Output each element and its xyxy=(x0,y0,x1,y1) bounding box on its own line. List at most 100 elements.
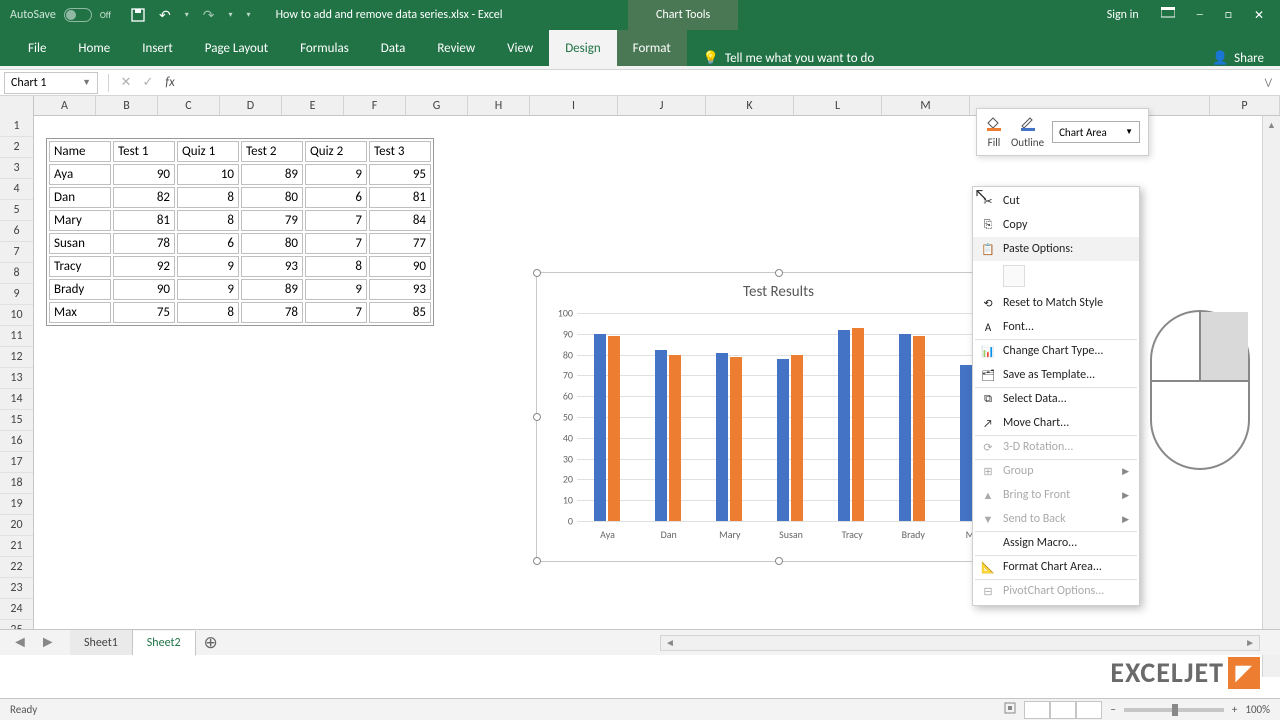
row-header[interactable]: 11 xyxy=(0,326,33,347)
menu-save-template[interactable]: 🗂Save as Template... xyxy=(973,363,1139,387)
tab-design[interactable]: Design xyxy=(549,30,616,66)
col-header[interactable]: P xyxy=(1210,96,1280,115)
ribbon-display-icon[interactable] xyxy=(1161,7,1175,23)
row-header[interactable]: 17 xyxy=(0,452,33,473)
add-sheet-button[interactable]: ⊕ xyxy=(196,632,226,653)
minimize-icon[interactable]: ─ xyxy=(1197,8,1203,23)
row-header[interactable]: 14 xyxy=(0,389,33,410)
vertical-scrollbar[interactable]: ▲ xyxy=(1262,116,1280,677)
tab-file[interactable]: File xyxy=(12,30,62,66)
tab-insert[interactable]: Insert xyxy=(126,30,189,66)
row-header[interactable]: 19 xyxy=(0,494,33,515)
row-header[interactable]: 2 xyxy=(0,137,33,158)
row-header[interactable]: 23 xyxy=(0,578,33,599)
row-header[interactable]: 24 xyxy=(0,599,33,620)
tab-view[interactable]: View xyxy=(491,30,549,66)
row-header[interactable]: 12 xyxy=(0,347,33,368)
sheet-tab-sheet2[interactable]: Sheet2 xyxy=(133,631,196,656)
col-header[interactable]: A xyxy=(34,96,96,115)
col-header[interactable]: C xyxy=(158,96,220,115)
view-normal-icon[interactable] xyxy=(1024,701,1050,719)
signin-link[interactable]: Sign in xyxy=(1107,8,1139,22)
tell-me-search[interactable]: 💡 Tell me what you want to do xyxy=(687,51,891,66)
horizontal-scrollbar[interactable]: ◄ ► xyxy=(660,635,1260,651)
redo-icon[interactable]: ↷ xyxy=(203,7,215,24)
enter-formula-icon[interactable]: ✓ xyxy=(137,75,159,90)
paste-option-button[interactable] xyxy=(1003,265,1025,287)
col-header[interactable]: L xyxy=(794,96,882,115)
row-header[interactable]: 5 xyxy=(0,200,33,221)
zoom-slider[interactable] xyxy=(1124,708,1224,712)
sheet-scroll-right-icon[interactable]: ► xyxy=(40,633,56,652)
row-header[interactable]: 3 xyxy=(0,158,33,179)
share-button[interactable]: 👤 Share xyxy=(1196,51,1280,66)
tab-format[interactable]: Format xyxy=(617,30,687,66)
col-header[interactable]: E xyxy=(282,96,344,115)
menu-assign-macro[interactable]: Assign Macro... xyxy=(973,531,1139,555)
name-box[interactable]: Chart 1 ▼ xyxy=(4,72,98,94)
data-table[interactable]: NameTest 1Quiz 1Test 2Quiz 2Test 3 Aya90… xyxy=(46,138,434,326)
tab-formulas[interactable]: Formulas xyxy=(284,30,365,66)
menu-format-chart-area[interactable]: 📐Format Chart Area... xyxy=(973,555,1139,579)
col-header[interactable]: J xyxy=(618,96,706,115)
outline-button[interactable]: Outline xyxy=(1011,115,1044,149)
autosave-toggle[interactable] xyxy=(64,8,92,22)
row-header[interactable]: 22 xyxy=(0,557,33,578)
view-page-layout-icon[interactable] xyxy=(1050,701,1076,719)
col-header[interactable]: M xyxy=(882,96,970,115)
chevron-down-icon[interactable]: ▼ xyxy=(82,77,91,88)
sheet-scroll-left-icon[interactable]: ◄ xyxy=(12,633,28,652)
row-header[interactable]: 8 xyxy=(0,263,33,284)
col-header[interactable]: I xyxy=(530,96,618,115)
row-header[interactable]: 20 xyxy=(0,515,33,536)
row-header[interactable]: 1 xyxy=(0,116,33,137)
col-header[interactable]: D xyxy=(220,96,282,115)
chart-object[interactable]: Test Results 0102030405060708090100 AyaD… xyxy=(536,272,1021,562)
row-header[interactable]: 7 xyxy=(0,242,33,263)
row-header[interactable]: 16 xyxy=(0,431,33,452)
macro-record-icon[interactable] xyxy=(1004,702,1016,717)
chart-element-dropdown[interactable]: Chart Area ▼ xyxy=(1052,121,1140,143)
fx-icon[interactable]: fx xyxy=(159,75,181,90)
row-header[interactable]: 9 xyxy=(0,284,33,305)
menu-cut[interactable]: ✂Cut xyxy=(973,189,1139,213)
row-header[interactable]: 6 xyxy=(0,221,33,242)
tab-data[interactable]: Data xyxy=(365,30,422,66)
chart-title[interactable]: Test Results xyxy=(537,273,1020,301)
select-all-corner[interactable] xyxy=(0,96,34,116)
menu-move-chart[interactable]: ↗Move Chart... xyxy=(973,411,1139,435)
maximize-icon[interactable]: □ xyxy=(1225,8,1232,23)
fill-button[interactable]: Fill xyxy=(985,115,1003,149)
row-header[interactable]: 4 xyxy=(0,179,33,200)
sheet-tab-sheet1[interactable]: Sheet1 xyxy=(70,630,133,655)
zoom-in-icon[interactable]: + xyxy=(1232,703,1237,716)
close-icon[interactable]: ✕ xyxy=(1254,8,1264,23)
col-header[interactable]: G xyxy=(406,96,468,115)
menu-change-chart-type[interactable]: 📊Change Chart Type... xyxy=(973,339,1139,363)
zoom-level[interactable]: 100% xyxy=(1245,703,1270,716)
col-header[interactable]: F xyxy=(344,96,406,115)
tab-page-layout[interactable]: Page Layout xyxy=(189,30,284,66)
menu-copy[interactable]: ⎘Copy xyxy=(973,213,1139,237)
tab-home[interactable]: Home xyxy=(62,30,126,66)
row-header[interactable]: 21 xyxy=(0,536,33,557)
qat-customize-icon[interactable]: ▾ xyxy=(247,10,251,20)
menu-font[interactable]: AFont... xyxy=(973,315,1139,339)
menu-select-data[interactable]: ⧉Select Data... xyxy=(973,387,1139,411)
zoom-out-icon[interactable]: − xyxy=(1110,703,1115,716)
row-header[interactable]: 18 xyxy=(0,473,33,494)
paint-bucket-icon xyxy=(985,115,1003,134)
row-header[interactable]: 10 xyxy=(0,305,33,326)
row-header[interactable]: 13 xyxy=(0,368,33,389)
row-header[interactable]: 15 xyxy=(0,410,33,431)
save-icon[interactable] xyxy=(131,8,145,22)
col-header[interactable]: K xyxy=(706,96,794,115)
col-header[interactable]: B xyxy=(96,96,158,115)
tab-review[interactable]: Review xyxy=(421,30,491,66)
menu-reset-style[interactable]: ⟲Reset to Match Style xyxy=(973,291,1139,315)
cancel-formula-icon[interactable]: ✕ xyxy=(115,75,137,90)
col-header[interactable]: H xyxy=(468,96,530,115)
view-page-break-icon[interactable] xyxy=(1076,701,1102,719)
undo-icon[interactable]: ↶ xyxy=(159,7,171,24)
expand-formula-bar-icon[interactable]: ⋁ xyxy=(1257,77,1280,88)
